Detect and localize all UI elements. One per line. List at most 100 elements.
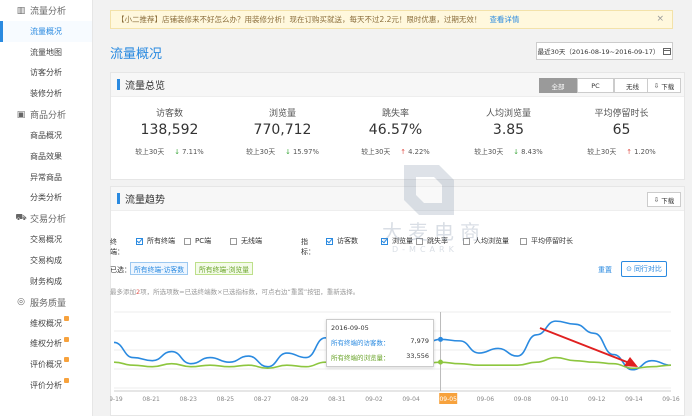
new-badge-icon bbox=[64, 315, 69, 321]
notice-link[interactable]: 查看详情 bbox=[489, 14, 519, 25]
sidebar-item-1-2[interactable]: 异常商品 bbox=[0, 167, 92, 188]
arrow-down-icon: ↓ bbox=[513, 148, 522, 156]
sidebar-item-1-1[interactable]: 商品效果 bbox=[0, 146, 92, 167]
sidebar-item-3-0[interactable]: 维权概况 bbox=[0, 313, 92, 334]
date-range-label: 最近30天（2016-08-19~2016-09-17） bbox=[537, 48, 660, 56]
arrow-up-icon: ↑ bbox=[626, 148, 635, 156]
sidebar-item-3-2[interactable]: 评价概况 bbox=[0, 354, 92, 375]
sidebar-item-label: 交易概况 bbox=[30, 235, 62, 245]
terminal-checkbox-0[interactable]: 所有终端 bbox=[136, 236, 175, 246]
download-icon: ⇩ bbox=[653, 195, 660, 204]
kpi-delta: 1.20% bbox=[634, 148, 656, 156]
new-badge-icon bbox=[64, 336, 69, 342]
segment-pc[interactable]: PC bbox=[577, 78, 614, 93]
kpi-3: 人均浏览量 3.85 较上30天 ↓ 8.43% bbox=[452, 98, 565, 156]
kpi-1: 浏览量 770,712 较上30天 ↓ 15.97% bbox=[226, 98, 339, 156]
terminal-label: 无线端 bbox=[241, 237, 262, 245]
kpi-compare: 较上30天 ↓ 7.11% bbox=[113, 146, 226, 156]
sidebar-item-0-1[interactable]: 流量地图 bbox=[0, 42, 92, 63]
selected-tag-pageviews[interactable]: 所有终端-浏览量 bbox=[195, 262, 254, 275]
sidebar-group-label: 交易分析 bbox=[30, 215, 67, 226]
peer-compare-button[interactable]: ⊙ 同行对比 bbox=[621, 261, 667, 277]
trend-title: 流量趋势 bbox=[125, 195, 165, 206]
metric-checkbox-0[interactable]: 访客数 bbox=[326, 236, 358, 246]
sidebar-group-2: ⛟ 交易分析 bbox=[0, 208, 92, 229]
new-badge-icon bbox=[64, 378, 69, 384]
series-1-point bbox=[438, 359, 444, 365]
arrow-down-icon: ↓ bbox=[285, 148, 293, 156]
sidebar-item-2-1[interactable]: 交易构成 bbox=[0, 250, 92, 271]
kpi-value: 3.85 bbox=[492, 122, 525, 138]
compare-label: 较上30天 bbox=[587, 148, 617, 156]
sidebar-item-2-0[interactable]: 交易概况 bbox=[0, 229, 92, 250]
compare-label: 较上30天 bbox=[246, 148, 276, 156]
watermark-en: D-MCARK bbox=[392, 245, 458, 254]
sidebar-item-1-3[interactable]: 分类分析 bbox=[0, 188, 92, 209]
kpi-value: 770,712 bbox=[253, 122, 312, 138]
calendar-icon bbox=[663, 48, 672, 55]
sidebar-item-label: 异常商品 bbox=[30, 172, 62, 182]
peer-compare-label: 同行对比 bbox=[633, 265, 662, 273]
download-icon: ⇩ bbox=[653, 81, 660, 90]
trend-download-button[interactable]: ⇩ 下载 bbox=[647, 192, 681, 207]
close-icon[interactable]: × bbox=[656, 14, 664, 24]
tooltip-label-visitors: 所有终端的访客数： bbox=[331, 339, 390, 347]
compare-icon: ⊙ bbox=[626, 265, 632, 273]
sidebar-item-0-3[interactable]: 装修分析 bbox=[0, 83, 92, 104]
sidebar-group-label: 商品分析 bbox=[30, 111, 67, 122]
annotation-arrow bbox=[539, 327, 633, 365]
sidebar-group-0: ▥ 流量分析 bbox=[0, 0, 92, 21]
segment-all[interactable]: 全部 bbox=[539, 78, 577, 93]
sidebar-item-0-0[interactable]: 流量概况 bbox=[0, 21, 92, 42]
tooltip-value-visitors: 7,979 bbox=[410, 337, 429, 345]
x-tick-label: 09-05 bbox=[439, 396, 457, 403]
sidebar-item-label: 访客分析 bbox=[30, 68, 62, 78]
sidebar-group-1: ▣ 商品分析 bbox=[0, 104, 92, 125]
tooltip-date: 2016-09-05 bbox=[331, 324, 369, 332]
date-range-select[interactable]: 最近30天（2016-08-19~2016-09-17） bbox=[536, 42, 673, 60]
hint-post: 项，所选项数=已选终端数×已选指标数，可点右边“重置”按钮，重新选择。 bbox=[140, 288, 360, 296]
overview-download-button[interactable]: ⇩ 下载 bbox=[647, 78, 681, 93]
sidebar-item-label: 分类分析 bbox=[30, 193, 62, 203]
compare-label: 较上30天 bbox=[474, 148, 504, 156]
sidebar-item-2-2[interactable]: 财务构成 bbox=[0, 271, 92, 292]
notice-text: 【小二推荐】店铺装修来不好怎么办？用装修分析！现在订购买就送，每天不过2.2元！… bbox=[117, 15, 482, 24]
tooltip-label-pageviews: 所有终端的浏览量： bbox=[331, 354, 390, 362]
segment-wireless[interactable]: 无线 bbox=[614, 78, 651, 93]
download-label: 下载 bbox=[661, 196, 675, 205]
metric-label: 指标： bbox=[301, 238, 315, 256]
sidebar-item-3-3[interactable]: 评价分析 bbox=[0, 375, 92, 396]
sidebar-group-label: 流量分析 bbox=[30, 7, 67, 17]
sidebar-item-label: 评价分析 bbox=[30, 381, 62, 391]
terminal-checkbox-1[interactable]: PC端 bbox=[184, 236, 211, 246]
sidebar-item-label: 维权分析 bbox=[30, 339, 62, 349]
checkbox-icon bbox=[136, 237, 143, 245]
kpi-value: 46.57% bbox=[368, 122, 423, 138]
sidebar-item-0-2[interactable]: 访客分析 bbox=[0, 63, 92, 84]
kpi-delta: 8.43% bbox=[521, 148, 543, 156]
x-tick-label: 09-04 bbox=[402, 396, 420, 403]
kpi-label: 平均停留时长 bbox=[594, 109, 649, 119]
sidebar-item-label: 流量地图 bbox=[30, 47, 62, 57]
metric-option-label: 平均停留时长 bbox=[531, 237, 573, 245]
kpi-0: 访客数 138,592 较上30天 ↓ 7.11% bbox=[113, 98, 226, 156]
sidebar-item-label: 装修分析 bbox=[30, 89, 62, 99]
selection-hint: 最多添加2项，所选项数=已选终端数×已选指标数，可点右边“重置”按钮，重新选择。 bbox=[110, 286, 359, 296]
chart-tooltip: 2016-09-05 所有终端的访客数： 7,979 所有终端的浏览量： 33,55… bbox=[326, 319, 434, 367]
selected-tag-visitors[interactable]: 所有终端-访客数 bbox=[130, 262, 189, 275]
kpi-label: 人均浏览量 bbox=[485, 109, 531, 119]
new-badge-icon bbox=[64, 357, 69, 363]
sidebar-item-1-0[interactable]: 商品概况 bbox=[0, 125, 92, 146]
sidebar-item-3-1[interactable]: 维权分析 bbox=[0, 334, 92, 355]
sidebar-item-label: 维权概况 bbox=[30, 318, 62, 328]
kpi-compare: 较上30天 ↑ 1.20% bbox=[565, 146, 678, 156]
metric-checkbox-4[interactable]: 平均停留时长 bbox=[520, 236, 573, 246]
kpi-compare: 较上30天 ↓ 15.97% bbox=[226, 146, 339, 156]
kpi-label: 跳失率 bbox=[381, 109, 409, 119]
sidebar-item-label: 评价概况 bbox=[30, 360, 62, 370]
x-tick-label: 08-25 bbox=[217, 396, 235, 403]
reset-link[interactable]: 重置 bbox=[598, 265, 612, 275]
kpi-label: 浏览量 bbox=[268, 109, 296, 119]
terminal-checkbox-2[interactable]: 无线端 bbox=[230, 236, 262, 246]
checkbox-icon bbox=[520, 237, 527, 245]
